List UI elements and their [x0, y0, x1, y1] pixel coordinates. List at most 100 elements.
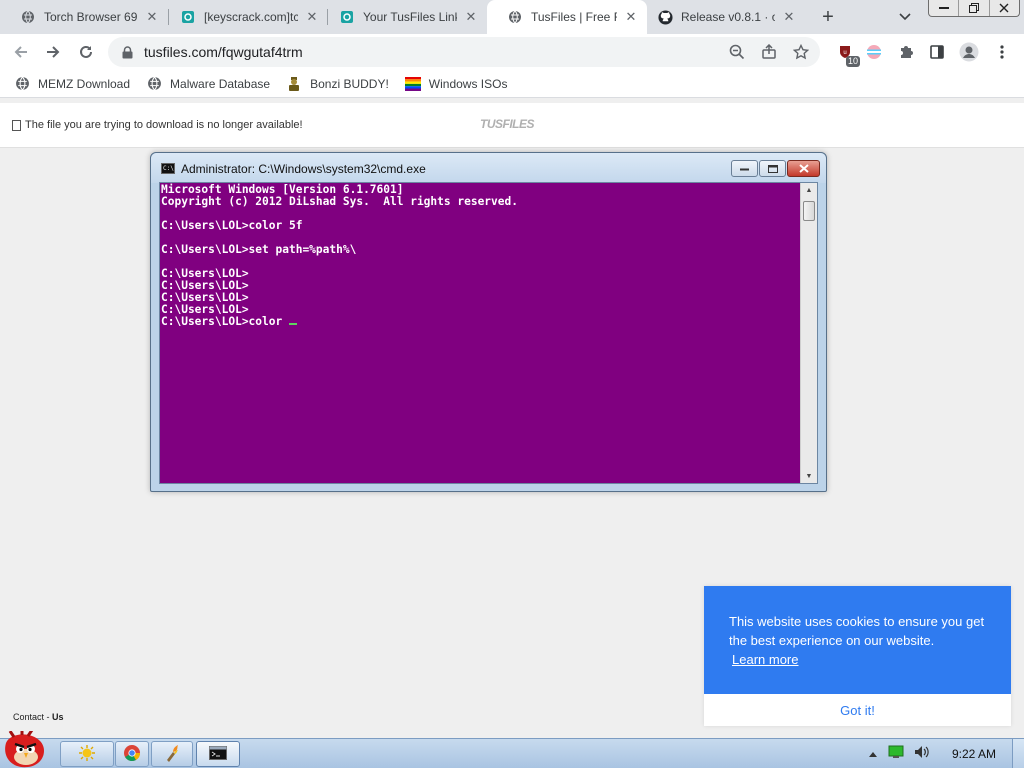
tab-title: [keyscrack.com]tc — [204, 10, 298, 24]
cmd-console[interactable]: Microsoft Windows [Version 6.1.7601] Cop… — [159, 182, 818, 484]
close-window-button[interactable] — [988, 0, 1019, 16]
reload-button[interactable] — [74, 40, 98, 64]
got-it-button[interactable]: Got it! — [704, 694, 1011, 726]
side-panel-icon[interactable] — [926, 41, 948, 63]
learn-more-link[interactable]: Learn more — [732, 652, 798, 667]
cookie-message: This website uses cookies to ensure you … — [729, 614, 985, 648]
chrome-icon — [123, 744, 141, 765]
github-icon — [657, 9, 673, 25]
close-tab-icon[interactable]: ✕ — [463, 9, 479, 25]
cmd-maximize-button[interactable] — [759, 160, 786, 177]
lock-icon[interactable] — [120, 45, 134, 59]
tab-title: Release v0.8.1 · ot — [681, 10, 775, 24]
bookmark-label: Windows ISOs — [428, 76, 508, 91]
volume-icon[interactable] — [914, 745, 930, 762]
document-icon — [12, 119, 21, 131]
system-tray — [868, 745, 930, 762]
scroll-up-icon[interactable]: ▲ — [801, 183, 817, 197]
tab-search-icon[interactable] — [894, 6, 916, 28]
taskbar-clock[interactable]: 9:22 AM — [952, 747, 996, 761]
show-desktop-button[interactable] — [1012, 739, 1024, 768]
cmd-close-button[interactable] — [787, 160, 820, 177]
cmd-title-text: Administrator: C:\Windows\system32\cmd.e… — [181, 162, 426, 176]
cmd-minimize-button[interactable] — [731, 160, 758, 177]
tusfiles-icon — [339, 9, 355, 25]
sun-icon — [78, 744, 96, 765]
contact-us[interactable]: Us — [52, 712, 64, 722]
cmd-output: Microsoft Windows [Version 6.1.7601] Cop… — [161, 184, 518, 328]
bookmark-star-icon[interactable] — [790, 41, 812, 63]
cookie-banner: This website uses cookies to ensure you … — [704, 586, 1011, 726]
window-controls — [928, 0, 1020, 17]
cmd-title-bar[interactable]: C:\ Administrator: C:\Windows\system32\c… — [151, 153, 826, 183]
cmd-line: C:\Users\LOL>color — [161, 315, 289, 328]
network-icon[interactable] — [888, 745, 904, 762]
extensions-puzzle-icon[interactable] — [895, 41, 917, 63]
bookmarks-bar: MEMZ Download Malware Database Bonzi BUD… — [0, 70, 1024, 98]
minimize-button[interactable] — [929, 0, 958, 16]
windows-flag-icon — [404, 76, 421, 92]
taskbar-cmd-button[interactable] — [196, 741, 240, 767]
notice-text: The file you are trying to download is n… — [25, 119, 303, 131]
globe-icon — [20, 9, 36, 25]
profile-avatar-icon[interactable] — [958, 41, 980, 63]
url-text: tusfiles.com/fqwgutaf4trm — [144, 44, 303, 60]
cookie-message-area: This website uses cookies to ensure you … — [704, 586, 1011, 694]
cmd-icon: C:\ — [161, 163, 175, 174]
close-tab-icon[interactable]: ✕ — [781, 9, 797, 25]
show-hidden-icons[interactable] — [868, 747, 878, 761]
new-tab-button[interactable]: + — [816, 5, 840, 29]
address-bar[interactable]: tusfiles.com/fqwgutaf4trm — [108, 37, 820, 67]
globe-icon — [14, 76, 30, 92]
share-icon[interactable] — [758, 41, 780, 63]
tab-title: TusFiles | Free File — [531, 10, 617, 24]
tab-tusfiles-free-file[interactable]: TusFiles | Free File ✕ — [487, 0, 647, 34]
bookmark-malware-database[interactable]: Malware Database — [146, 76, 270, 92]
cmd-line: Copyright (c) 2012 DiLshad Sys. All righ… — [161, 195, 518, 208]
tab-strip: Torch Browser 69. ✕ [keyscrack.com]tc ✕ … — [0, 0, 1024, 34]
bookmark-label: Malware Database — [170, 76, 271, 91]
contact-link[interactable]: Contact - Us — [13, 712, 64, 722]
scroll-thumb[interactable] — [803, 201, 815, 221]
taskbar: 9:22 AM — [0, 729, 1024, 768]
start-button[interactable] — [0, 729, 50, 768]
cmd-window-controls — [730, 160, 820, 177]
bookmark-windows-isos[interactable]: Windows ISOs — [404, 76, 508, 92]
back-button[interactable] — [9, 40, 33, 64]
globe-icon — [146, 76, 162, 92]
torch-icon — [163, 744, 181, 765]
bonzi-icon — [286, 76, 302, 92]
cmd-window[interactable]: C:\ Administrator: C:\Windows\system32\c… — [150, 152, 827, 492]
menu-kebab-icon[interactable] — [991, 41, 1013, 63]
close-tab-icon[interactable]: ✕ — [304, 9, 320, 25]
close-tab-icon[interactable]: ✕ — [144, 9, 160, 25]
bookmark-bonzi-buddy[interactable]: Bonzi BUDDY! — [286, 76, 389, 92]
taskbar-explorer-button[interactable] — [60, 741, 114, 767]
tab-github-release[interactable]: Release v0.8.1 · ot ✕ — [637, 0, 805, 34]
restore-button[interactable] — [958, 0, 988, 16]
extension-icon[interactable]: u 10 — [834, 41, 860, 67]
bookmark-label: Bonzi BUDDY! — [310, 76, 389, 91]
forward-button[interactable] — [41, 40, 65, 64]
file-unavailable-notice: The file you are trying to download is n… — [12, 119, 303, 131]
bookmark-memz-download[interactable]: MEMZ Download — [14, 76, 130, 92]
cmd-scrollbar[interactable]: ▲ ▼ — [800, 183, 817, 483]
tab-torch-browser[interactable]: Torch Browser 69. ✕ — [0, 0, 168, 34]
tab-tusfiles-link[interactable]: Your TusFiles Link ✕ — [319, 0, 487, 34]
taskbar-chrome-button[interactable] — [115, 741, 149, 767]
tusfiles-icon — [180, 9, 196, 25]
contact-label: Contact - — [13, 712, 53, 722]
cmd-cursor — [288, 323, 297, 325]
browser-toolbar: tusfiles.com/fqwgutaf4trm u 10 — [0, 34, 1024, 70]
omnibox-actions — [726, 41, 812, 63]
zoom-out-icon[interactable] — [726, 41, 748, 63]
extension-badge: 10 — [845, 56, 860, 67]
cmd-line: C:\Users\LOL>set path=%path%\ — [161, 243, 357, 256]
taskbar-torch-button[interactable] — [151, 741, 193, 767]
globe-icon — [507, 9, 523, 25]
profile-flag-icon[interactable] — [863, 41, 885, 63]
scroll-down-icon[interactable]: ▼ — [801, 469, 817, 483]
site-logo[interactable]: TUSFILES — [480, 117, 535, 131]
bookmark-label: MEMZ Download — [38, 76, 131, 91]
tab-keyscrack[interactable]: [keyscrack.com]tc ✕ — [160, 0, 328, 34]
